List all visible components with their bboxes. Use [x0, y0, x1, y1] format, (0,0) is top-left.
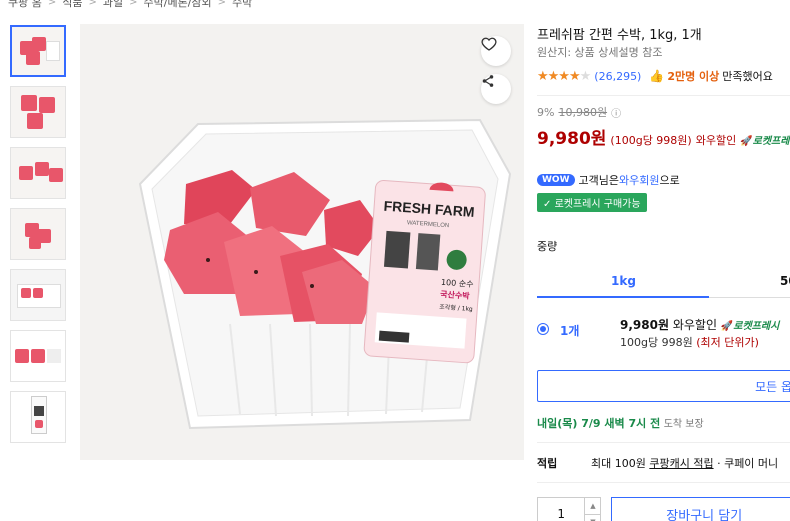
quantity-stepper: 1 ▲ ▼ [537, 497, 602, 521]
sale-price: 9,980원 [537, 129, 607, 149]
option-label: 중량 [537, 240, 558, 253]
buy-row: 1 ▲ ▼ 장바구니 담기 [537, 497, 790, 521]
thumbnail-3[interactable] [10, 147, 66, 199]
add-to-cart-button[interactable]: 장바구니 담기 [611, 497, 790, 521]
thumbnail-list [10, 25, 68, 452]
option-price-line: 9,980원 와우할인 🚀로켓프레시 [620, 316, 779, 333]
breadcrumb-food[interactable]: 식품 [62, 0, 82, 10]
all-options-button[interactable]: 모든 옵 [537, 370, 790, 402]
thumbnail-7[interactable] [10, 391, 66, 443]
chevron-right-icon: > [129, 0, 138, 8]
divider [537, 442, 790, 443]
thumbnail-2[interactable] [10, 86, 66, 138]
star-rating[interactable]: ★★★★★ [537, 69, 591, 84]
option-lowest-label: (최저 단위가) [696, 336, 759, 349]
option-unit-line: 100g당 998원 (최저 단위가) [620, 334, 759, 350]
thumbnail-5[interactable] [10, 269, 66, 321]
delivery-info: 내일(목) 7/9 새벽 7시 전 도착 보장 [537, 415, 790, 431]
share-button[interactable] [481, 74, 511, 104]
option-quantity: 1개 [560, 324, 580, 338]
rocket-icon: 🚀 [720, 321, 734, 332]
coupang-cash-link[interactable]: 쿠팡캐시 적립 [649, 457, 713, 470]
points-label: 적립 [537, 457, 558, 470]
divider [537, 482, 790, 483]
breadcrumb-watermelon[interactable]: 수박 [232, 0, 252, 10]
wow-text-after: 으로 [659, 174, 680, 187]
info-icon[interactable]: ⓘ [611, 105, 621, 120]
share-icon [482, 75, 494, 87]
wow-discount-label: 와우할인 [695, 134, 737, 147]
check-icon: ✓ [543, 199, 555, 210]
product-info: 프레쉬팜 간편 수박, 1kg, 1개 원산지: 상품 상세설명 참조 ★★★★… [537, 24, 790, 521]
wow-member-link[interactable]: 와우회원 [619, 172, 659, 188]
points-max: 최대 100원 [591, 457, 646, 470]
quantity-up-icon[interactable]: ▲ [585, 498, 600, 514]
coupay-text: · 쿠페이 머니 [717, 457, 779, 470]
rocket-fresh-badge: 🚀로켓프레시 [740, 136, 790, 147]
review-count[interactable]: (26,295) [594, 70, 641, 83]
option-wow-label: 와우할인 [672, 318, 717, 332]
unit-price: (100g당 998원) [610, 134, 692, 147]
quantity-down-icon[interactable]: ▼ [585, 513, 601, 521]
rating-row: ★★★★★ (26,295) 👍 2만명 이상 만족했어요 [537, 68, 790, 84]
option-price: 9,980원 [620, 318, 669, 332]
option-unit-price: 100g당 998원 [620, 336, 693, 349]
delivery-guarantee: 도착 보장 [663, 419, 704, 430]
option-row[interactable]: 1개 9,980원 와우할인 🚀로켓프레시 100g당 998원 (최저 단위가… [537, 316, 790, 358]
breadcrumb: 쿠팡 홈 > 식품 > 과일 > 수박/메론/참외 > 수박 [8, 0, 252, 10]
thumbnail-6[interactable] [10, 330, 66, 382]
heart-icon [481, 37, 497, 51]
option-radio[interactable] [537, 323, 549, 335]
original-price: 10,980원 [558, 106, 608, 119]
chevron-right-icon: > [88, 0, 97, 8]
breadcrumb-fruit[interactable]: 과일 [103, 0, 123, 10]
product-origin: 원산지: 상품 상세설명 참조 [537, 46, 663, 59]
package-tag-2: 국산수박 [440, 289, 471, 301]
option-rocket-badge: 🚀로켓프레시 [720, 321, 780, 332]
divider [537, 95, 790, 96]
rocket-icon: 🚀 [740, 136, 753, 147]
breadcrumb-melon[interactable]: 수박/메론/참외 [144, 0, 212, 10]
thumbs-up-icon: 👍 [649, 69, 665, 83]
discount-rate: 9% [537, 105, 555, 119]
tab-500g[interactable]: 50 [780, 274, 790, 288]
chevron-right-icon: > [47, 0, 57, 8]
satisfaction-text: 만족했어요 [722, 70, 773, 83]
watermelon-package-illustration: FRESH FARM WATERMELON 100 순수 국산수박 조각형 / … [138, 118, 512, 430]
breadcrumb-home[interactable]: 쿠팡 홈 [8, 0, 42, 10]
wow-badge: WOW [537, 174, 575, 186]
discount-row: 9% 10,980원 ⓘ [537, 104, 790, 120]
weight-tabs: 1kg 50 [537, 272, 790, 298]
wishlist-button[interactable] [481, 36, 511, 66]
price-row: 9,980원 (100g당 998원) 와우할인 🚀로켓프레시 [537, 124, 790, 149]
points-row: 적립 최대 100원 쿠팡캐시 적립 · 쿠페이 머니 [537, 455, 790, 471]
main-product-image: FRESH FARM WATERMELON 100 순수 국산수박 조각형 / … [80, 24, 524, 460]
satisfaction-count: 2만명 이상 [667, 70, 720, 83]
thumbnail-4[interactable] [10, 208, 66, 260]
wow-text-before: 고객님은 [578, 174, 619, 187]
quantity-input[interactable]: 1 [538, 498, 584, 521]
rocket-fresh-available-badge: ✓ 로켓프레시 구매가능 [537, 193, 647, 212]
product-title: 프레쉬팜 간편 수박, 1kg, 1개 [537, 28, 702, 43]
delivery-date: 내일(목) 7/9 새벽 7시 전 [537, 417, 661, 430]
wow-member-row: WOW 고객님은 와우회원 으로 [537, 172, 790, 188]
thumbnail-1[interactable] [10, 25, 66, 77]
tab-underline [537, 296, 709, 298]
chevron-right-icon: > [217, 0, 227, 8]
tab-1kg[interactable]: 1kg [611, 274, 636, 288]
